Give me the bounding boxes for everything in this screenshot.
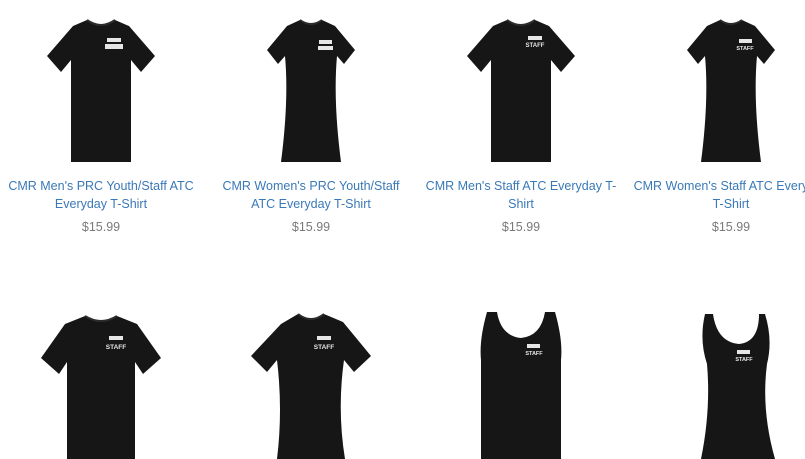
svg-text:STAFF: STAFF (314, 344, 334, 351)
svg-text:STAFF: STAFF (526, 43, 545, 49)
logo-mark-icon (109, 336, 123, 340)
product-price: $15.99 (711, 220, 751, 234)
svg-text:STAFF: STAFF (736, 46, 754, 52)
logo-mark-icon (107, 38, 121, 42)
product-image[interactable]: STAFF (631, 0, 805, 170)
product-image[interactable]: STAFF (211, 300, 411, 459)
product-image[interactable]: STAFF (421, 300, 621, 459)
logo-mark-icon (528, 36, 542, 40)
product-title-link[interactable]: CMR Men's PRC Youth/Staff ATC Everyday T… (1, 177, 201, 213)
svg-text:STAFF: STAFF (106, 344, 126, 351)
logo-mark-icon (737, 350, 750, 354)
svg-text:STAFF: STAFF (735, 357, 753, 363)
logo-mark-icon (527, 344, 540, 348)
product-image[interactable]: STAFF (631, 300, 805, 459)
product-title-link[interactable]: CMR Women's Staff ATC Everyday T-Shirt (631, 177, 805, 213)
logo-mark-icon (319, 40, 332, 44)
product-image[interactable] (1, 0, 201, 170)
product-image[interactable]: STAFF (1, 300, 201, 459)
product-image[interactable] (211, 0, 411, 170)
product-title-link[interactable]: CMR Men's Staff ATC Everyday T-Shirt (421, 177, 621, 213)
svg-text:STAFF: STAFF (525, 351, 543, 357)
logo-mark-icon (317, 336, 331, 340)
product-price: $15.99 (291, 220, 331, 234)
product-title-link[interactable]: CMR Women's PRC Youth/Staff ATC Everyday… (211, 177, 411, 213)
product-price: $15.99 (81, 220, 121, 234)
product-image[interactable]: STAFF (421, 0, 621, 170)
product-price: $15.99 (501, 220, 541, 234)
logo-mark-icon (739, 39, 752, 43)
